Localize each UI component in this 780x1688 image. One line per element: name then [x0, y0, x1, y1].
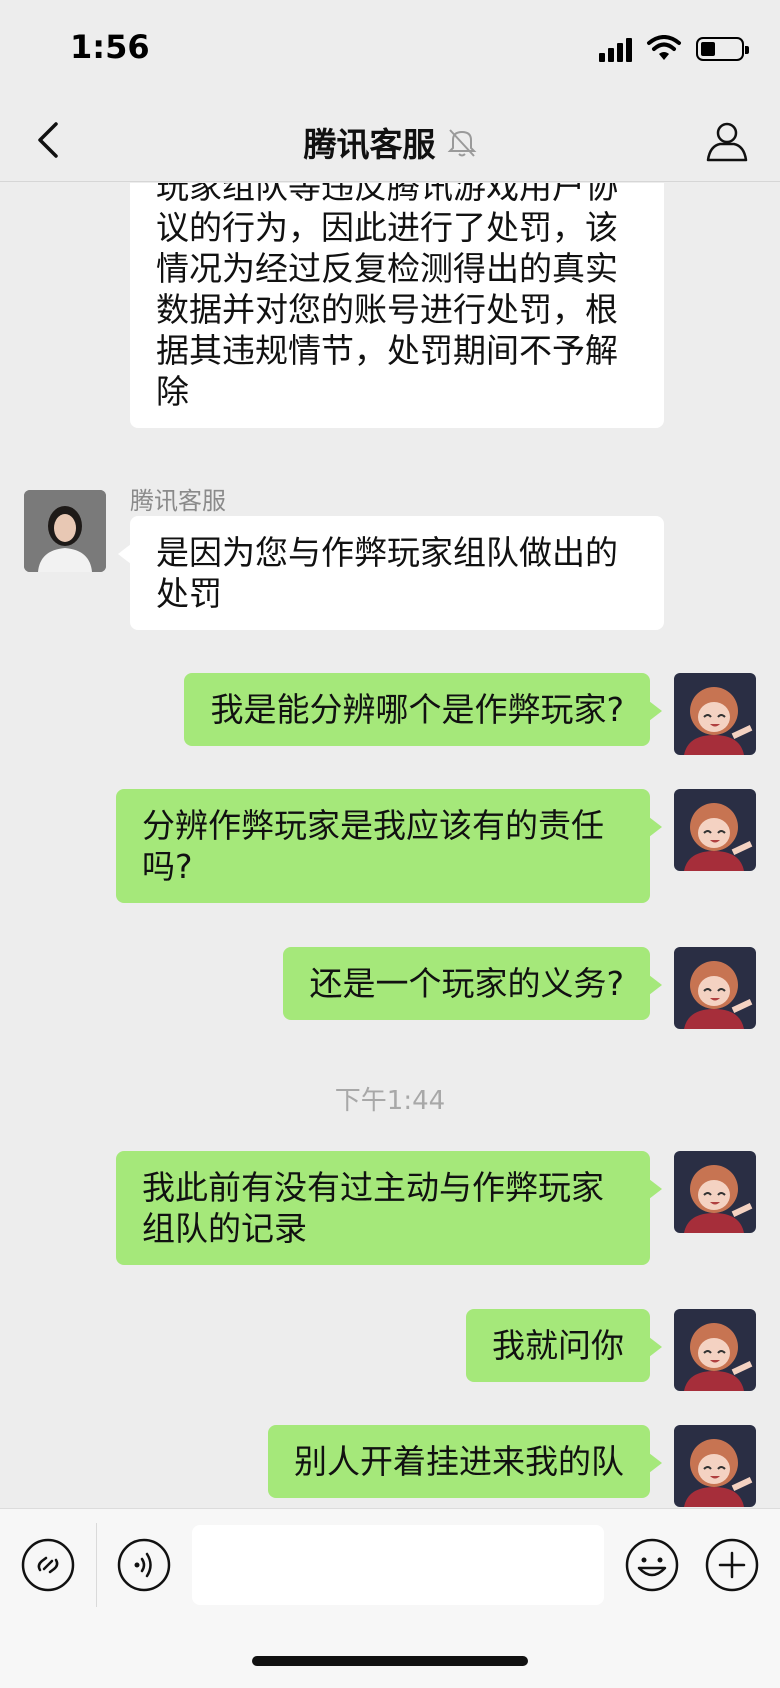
- status-time: 1:56: [70, 28, 150, 66]
- page-title: 腾讯客服: [303, 125, 436, 164]
- message-bubble-outgoing[interactable]: 我就问你: [466, 1309, 662, 1382]
- divider: [96, 1523, 97, 1607]
- message-line: 情况为经过反复检测得出的真实: [156, 249, 618, 288]
- message-line: 除: [156, 372, 189, 411]
- message-bubble-outgoing[interactable]: 还是一个玩家的义务?: [283, 947, 662, 1020]
- message-line: 是因为您与作弊玩家组队做出的: [156, 533, 618, 572]
- message-line: 组队的记录: [142, 1209, 307, 1248]
- message-line: 分辨作弊玩家是我应该有的责任: [142, 806, 604, 845]
- nav-bar: 腾讯客服: [0, 100, 780, 182]
- status-icons: [599, 34, 749, 64]
- message-line: 我此前有没有过主动与作弊玩家: [142, 1168, 604, 1207]
- chat-area[interactable]: 玩家组队等违反腾讯游戏用户协 议的行为，因此进行了处罚，该 情况为经过反复检测得…: [0, 183, 780, 1508]
- battery-fill: [701, 42, 716, 56]
- user-avatar[interactable]: [674, 1151, 756, 1233]
- bell-slash-icon: [447, 129, 476, 157]
- message-line: 我是能分辨哪个是作弊玩家?: [210, 690, 624, 729]
- message-line: 还是一个玩家的义务?: [309, 964, 624, 1003]
- message-bubble-outgoing[interactable]: 分辨作弊玩家是我应该有的责任 吗?: [116, 789, 662, 903]
- message-bubble-incoming[interactable]: 是因为您与作弊玩家组队做出的 处罚: [118, 516, 664, 630]
- status-bar: 1:56: [0, 0, 780, 100]
- emoji-icon[interactable]: [624, 1537, 680, 1593]
- wifi-icon: [647, 35, 681, 60]
- user-avatar[interactable]: [674, 789, 756, 871]
- link-icon[interactable]: [20, 1537, 76, 1593]
- message-input[interactable]: [192, 1525, 604, 1605]
- message-line: 我就问你: [492, 1326, 624, 1365]
- message-line: 别人开着挂进来我的队: [294, 1442, 624, 1481]
- message-line: 吗?: [142, 847, 193, 886]
- voice-icon[interactable]: [116, 1537, 172, 1593]
- sender-name: 腾讯客服: [130, 487, 226, 515]
- message-bubble-outgoing[interactable]: 我此前有没有过主动与作弊玩家 组队的记录: [116, 1151, 662, 1265]
- message-line: 处罚: [156, 574, 222, 613]
- message-line: 据其违规情节，处罚期间不予解: [156, 331, 618, 370]
- message-bubble-incoming[interactable]: 玩家组队等违反腾讯游戏用户协 议的行为，因此进行了处罚，该 情况为经过反复检测得…: [130, 183, 664, 428]
- user-avatar[interactable]: [674, 1425, 756, 1507]
- time-divider: 下午1:44: [334, 1086, 446, 1116]
- message-line: 议的行为，因此进行了处罚，该: [156, 208, 618, 247]
- home-indicator[interactable]: [252, 1656, 528, 1666]
- message-line: 玩家组队等违反腾讯游戏用户协: [156, 183, 618, 206]
- signal-icon: [599, 36, 632, 62]
- message-bubble-outgoing[interactable]: 别人开着挂进来我的队: [268, 1425, 662, 1498]
- battery-icon: [696, 37, 749, 61]
- user-avatar[interactable]: [674, 673, 756, 755]
- nav-title-wrap: 腾讯客服: [0, 118, 780, 166]
- message-bubble-outgoing[interactable]: 我是能分辨哪个是作弊玩家?: [184, 673, 662, 746]
- message-line: 数据并对您的账号进行处罚，根: [156, 290, 618, 329]
- user-avatar[interactable]: [674, 1309, 756, 1391]
- plus-icon[interactable]: [704, 1537, 760, 1593]
- user-avatar[interactable]: [674, 947, 756, 1029]
- person-icon[interactable]: [704, 118, 750, 164]
- agent-avatar[interactable]: [24, 490, 106, 572]
